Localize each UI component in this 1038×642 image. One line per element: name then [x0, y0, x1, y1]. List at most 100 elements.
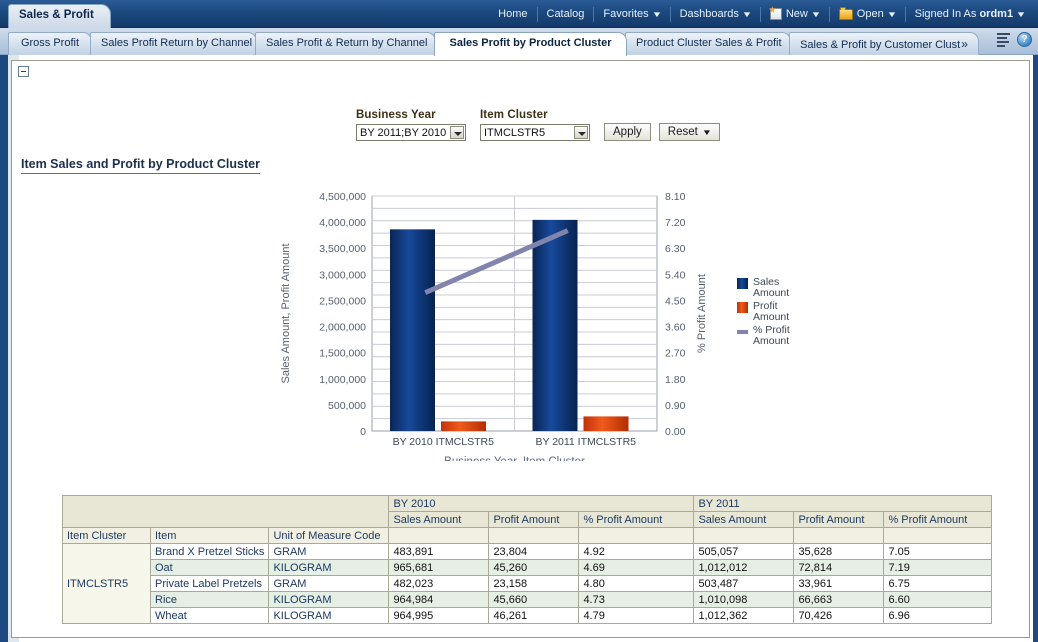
- pivot-measure-header[interactable]: % Profit Amount: [579, 512, 694, 528]
- tab-sales-profit-return-by-channel[interactable]: Sales Profit Return by Channel: [90, 32, 257, 55]
- y2-axis-tick-label: 6.30: [665, 243, 686, 255]
- pivot-item-cell[interactable]: Oat: [151, 560, 269, 576]
- item-cluster-prompt: Item Cluster ITMCLSTR5: [480, 109, 590, 141]
- pivot-year-header[interactable]: BY 2010: [389, 496, 694, 512]
- pivot-header-spacer: [794, 528, 884, 544]
- pivot-value-cell: 33,961: [794, 576, 884, 592]
- reset-button[interactable]: Reset ▼: [659, 123, 720, 141]
- y-axis-tick-label: 3,000,000: [319, 269, 366, 281]
- pivot-cluster-cell[interactable]: ITMCLSTR5: [63, 544, 151, 624]
- pivot-measure-header[interactable]: Profit Amount: [794, 512, 884, 528]
- pivot-item-cell[interactable]: Wheat: [151, 608, 269, 624]
- chevron-down-icon[interactable]: [450, 126, 464, 139]
- pivot-value-cell: 4.69: [579, 560, 694, 576]
- tab-sales-profit-by-customer-clust[interactable]: Sales & Profit by Customer Clust»: [789, 32, 979, 55]
- pivot-value-cell: 72,814: [794, 560, 884, 576]
- chevron-down-icon: ▼: [886, 7, 897, 22]
- pivot-uom-cell[interactable]: KILOGRAM: [269, 560, 389, 576]
- x-axis-title: Business Year, Item Cluster: [444, 456, 585, 461]
- y-axis-tick-label: 0: [360, 426, 366, 438]
- signed-in-as[interactable]: Signed In As ordm1▼: [906, 7, 1034, 22]
- pivot-table: BY 2010BY 2011Sales AmountProfit Amount%…: [62, 495, 992, 624]
- pivot-header-spacer: [884, 528, 992, 544]
- nav-item-home[interactable]: Home: [489, 7, 537, 22]
- chevron-down-icon: ▼: [1016, 7, 1027, 22]
- global-navigation: HomeCatalogFavorites▼Dashboards▼New▼Open…: [489, 0, 1034, 28]
- pivot-uom-cell[interactable]: GRAM: [269, 576, 389, 592]
- dashboard-page-tab[interactable]: Sales & Profit: [8, 4, 111, 28]
- bar-profit-amount[interactable]: [441, 421, 486, 431]
- pivot-value-cell: 6.96: [884, 608, 992, 624]
- pivot-value-cell: 6.60: [884, 592, 992, 608]
- help-icon[interactable]: ?: [1017, 32, 1032, 47]
- bar-sales-amount[interactable]: [533, 220, 578, 431]
- right-edge-rail: [1033, 55, 1038, 642]
- y2-axis-tick-label: 2.70: [665, 348, 686, 360]
- tab-overflow-icon[interactable]: »: [961, 37, 968, 51]
- apply-button[interactable]: Apply: [604, 123, 651, 141]
- pivot-table-wrapper: BY 2010BY 2011Sales AmountProfit Amount%…: [62, 495, 992, 624]
- report-title: Item Sales and Profit by Product Cluster: [21, 157, 1021, 173]
- nav-item-open[interactable]: Open▼: [830, 7, 906, 22]
- pivot-value-cell: 482,023: [389, 576, 489, 592]
- y-axis-tick-label: 2,500,000: [319, 295, 366, 307]
- nav-item-new[interactable]: New▼: [761, 7, 830, 22]
- pivot-measure-header[interactable]: Sales Amount: [389, 512, 489, 528]
- dashboard-tab-strip: Gross Profit Sales Profit Return by Chann…: [0, 28, 1038, 55]
- section-collapse-toggle[interactable]: [18, 66, 29, 77]
- pivot-value-cell: 1,010,098: [694, 592, 794, 608]
- chevron-down-icon[interactable]: [574, 126, 588, 139]
- item-cluster-select[interactable]: ITMCLSTR5: [480, 124, 590, 141]
- page-options-icon[interactable]: [996, 32, 1011, 47]
- tab-sales-profit-by-product-cluster[interactable]: Sales Profit by Product Cluster: [434, 32, 627, 56]
- pivot-value-cell: 23,804: [489, 544, 579, 560]
- legend-label: Amount: [753, 335, 789, 347]
- pivot-dimension-header[interactable]: Item Cluster: [63, 528, 151, 544]
- pivot-value-cell: 505,057: [694, 544, 794, 560]
- bar-sales-amount[interactable]: [390, 229, 435, 431]
- y2-axis-tick-label: 3.60: [665, 322, 686, 334]
- tab-sales-profit-return-by-channel[interactable]: Sales Profit & Return by Channel: [255, 32, 436, 55]
- tab-product-cluster-sales-profit[interactable]: Product Cluster Sales & Profit: [625, 32, 791, 55]
- nav-item-label: Dashboards: [680, 7, 739, 22]
- pivot-value-cell: 4.79: [579, 608, 694, 624]
- pivot-year-header[interactable]: BY 2011: [694, 496, 992, 512]
- open-folder-icon: [839, 9, 853, 20]
- y-axis-tick-label: 1,000,000: [319, 374, 366, 386]
- y2-axis-tick-label: 4.50: [665, 295, 686, 307]
- pivot-value-cell: 1,012,012: [694, 560, 794, 576]
- business-year-select[interactable]: BY 2011;BY 2010: [356, 124, 466, 141]
- table-row: ITMCLSTR5Brand X Pretzel SticksGRAM483,8…: [63, 544, 992, 560]
- tab-strip-tools: ?: [996, 32, 1032, 47]
- pivot-dimension-header[interactable]: Item: [151, 528, 269, 544]
- pivot-item-cell[interactable]: Rice: [151, 592, 269, 608]
- bar-profit-amount[interactable]: [584, 416, 629, 431]
- pivot-measure-header[interactable]: Profit Amount: [489, 512, 579, 528]
- global-header: Sales & Profit HomeCatalogFavorites▼Dash…: [0, 0, 1038, 28]
- reset-button-label: Reset: [668, 126, 698, 138]
- pivot-corner-cell: [63, 496, 389, 528]
- chart-canvas: 0500,0001,000,0001,500,0002,000,0002,500…: [267, 186, 837, 461]
- y-axis-tick-label: 3,500,000: [319, 243, 366, 255]
- tab-label: Gross Profit: [21, 37, 79, 49]
- pivot-item-cell[interactable]: Private Label Pretzels: [151, 576, 269, 592]
- pivot-header-row-year: BY 2010BY 2011: [63, 496, 992, 512]
- nav-item-label: Favorites: [603, 7, 648, 22]
- dashboard-canvas: Business Year BY 2011;BY 2010 Item Clust…: [11, 60, 1030, 638]
- pivot-dimension-header[interactable]: Unit of Measure Code: [269, 528, 389, 544]
- pivot-item-cell[interactable]: Brand X Pretzel Sticks: [151, 544, 269, 560]
- pivot-uom-cell[interactable]: GRAM: [269, 544, 389, 560]
- pivot-measure-header[interactable]: Sales Amount: [694, 512, 794, 528]
- apply-button-label: Apply: [613, 126, 642, 138]
- pivot-measure-header[interactable]: % Profit Amount: [884, 512, 992, 528]
- business-year-label: Business Year: [356, 109, 466, 121]
- nav-item-favorites[interactable]: Favorites▼: [594, 7, 670, 22]
- pivot-header-spacer: [694, 528, 794, 544]
- pivot-uom-cell[interactable]: KILOGRAM: [269, 592, 389, 608]
- nav-item-catalog[interactable]: Catalog: [538, 7, 595, 22]
- table-row: RiceKILOGRAM964,98445,6604.731,010,09866…: [63, 592, 992, 608]
- tab-gross-profit[interactable]: Gross Profit: [8, 32, 92, 55]
- y-axis-title: Sales Amount, Profit Amount: [280, 243, 292, 383]
- nav-item-dashboards[interactable]: Dashboards▼: [671, 7, 761, 22]
- pivot-uom-cell[interactable]: KILOGRAM: [269, 608, 389, 624]
